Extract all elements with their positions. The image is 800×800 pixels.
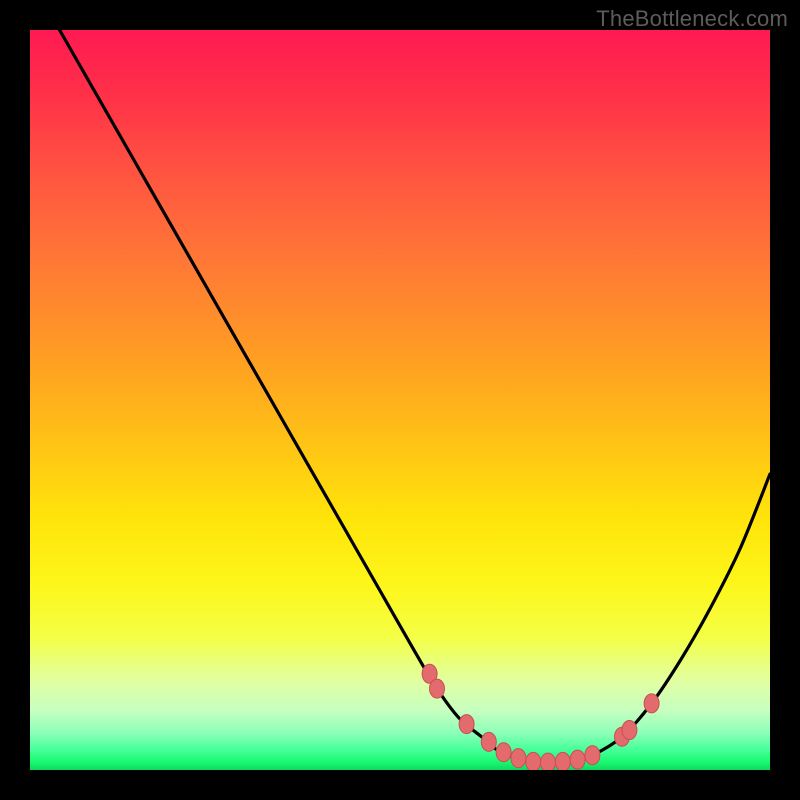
marker-point <box>622 721 637 740</box>
marker-point <box>459 715 474 734</box>
marker-point <box>481 732 496 751</box>
marker-point <box>511 749 526 768</box>
marker-point <box>526 752 541 770</box>
marker-point <box>644 694 659 713</box>
marker-point <box>496 743 511 762</box>
marker-point <box>430 679 445 698</box>
plot-area <box>30 30 770 770</box>
marker-point <box>541 753 556 770</box>
chart-overlay <box>30 30 770 770</box>
marker-point <box>555 752 570 770</box>
marker-point <box>570 750 585 769</box>
chart-frame: TheBottleneck.com <box>0 0 800 800</box>
bottleneck-curve <box>60 30 770 763</box>
watermark: TheBottleneck.com <box>596 6 788 32</box>
marker-point <box>585 746 600 765</box>
